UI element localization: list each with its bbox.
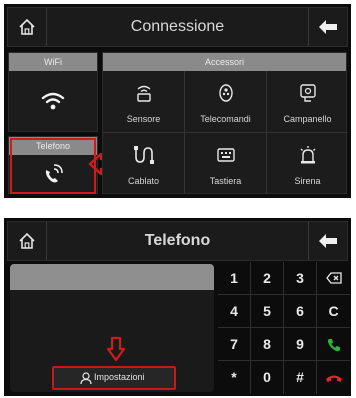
call-icon: [327, 339, 340, 352]
home-button[interactable]: [8, 8, 47, 46]
tile-label: Sensore: [126, 114, 161, 124]
title-bar: Telefono: [7, 221, 348, 261]
remote-icon: [218, 84, 233, 102]
tile-cablato[interactable]: Cablato: [103, 133, 185, 194]
tile-campanello[interactable]: Campanello: [267, 71, 348, 133]
tile-sirena[interactable]: Sirena: [267, 133, 348, 194]
key-7[interactable]: 7: [218, 328, 251, 361]
number-display: [10, 264, 214, 290]
keypad: 1 2 3 4 5 6 C 7 8 9 * 0 #: [218, 262, 350, 394]
accessori-label: Accessori: [103, 53, 346, 71]
wifi-label: WiFi: [9, 53, 97, 71]
key-4[interactable]: 4: [218, 295, 251, 328]
key-3[interactable]: 3: [284, 262, 317, 295]
tile-label: Cablato: [127, 176, 160, 186]
key-0[interactable]: 0: [251, 361, 284, 394]
siren-icon: [300, 146, 315, 164]
tile-tastiera[interactable]: Tastiera: [185, 133, 267, 194]
key-1[interactable]: 1: [218, 262, 251, 295]
settings-label: Impostazioni: [94, 372, 145, 382]
backspace-icon: [325, 272, 342, 284]
highlight-box: [10, 138, 96, 194]
title-bar: Connessione: [7, 7, 348, 47]
home-icon: [19, 232, 35, 249]
key-5[interactable]: 5: [251, 295, 284, 328]
tile-sensore[interactable]: Sensore: [103, 71, 185, 133]
arrow-down-annotation-icon: [106, 336, 126, 362]
page-title: Telefono: [144, 232, 211, 249]
accessori-panel: Accessori Sensore Telecomandi Campanello…: [102, 52, 348, 194]
home-button[interactable]: [8, 222, 47, 260]
tile-label: Telecomandi: [200, 114, 251, 124]
settings-button[interactable]: Impostazioni: [52, 366, 176, 390]
tile-label: Campanello: [283, 114, 332, 124]
key-hash[interactable]: #: [284, 361, 317, 394]
user-icon: [80, 372, 92, 384]
back-button[interactable]: [308, 222, 347, 260]
call-key[interactable]: [317, 328, 350, 361]
arrow-left-icon: [319, 20, 337, 34]
doorbell-icon: [299, 84, 316, 102]
clear-key[interactable]: C: [317, 295, 350, 328]
home-icon: [19, 18, 35, 35]
sensor-icon: [136, 85, 151, 102]
connessione-screen: Connessione WiFi Telefono Accessori Sens…: [4, 4, 351, 198]
tile-label: Sirena: [294, 176, 321, 186]
key-6[interactable]: 6: [284, 295, 317, 328]
wifi-icon: [41, 92, 65, 110]
key-2[interactable]: 2: [251, 262, 284, 295]
telefono-screen: Telefono Impostazioni 1 2 3 4 5 6 C 7 8 …: [4, 218, 351, 396]
wired-icon: [133, 146, 154, 164]
back-button[interactable]: [308, 8, 347, 46]
backspace-key[interactable]: [317, 262, 350, 295]
tile-label: Tastiera: [209, 176, 242, 186]
key-9[interactable]: 9: [284, 328, 317, 361]
keyboard-icon: [216, 148, 235, 162]
wifi-panel[interactable]: WiFi: [8, 52, 98, 132]
hangup-icon: [325, 375, 342, 382]
tile-telecomandi[interactable]: Telecomandi: [185, 71, 267, 133]
hangup-key[interactable]: [317, 361, 350, 394]
key-8[interactable]: 8: [251, 328, 284, 361]
key-star[interactable]: *: [218, 361, 251, 394]
arrow-left-icon: [319, 234, 337, 248]
page-title: Connessione: [130, 18, 225, 35]
